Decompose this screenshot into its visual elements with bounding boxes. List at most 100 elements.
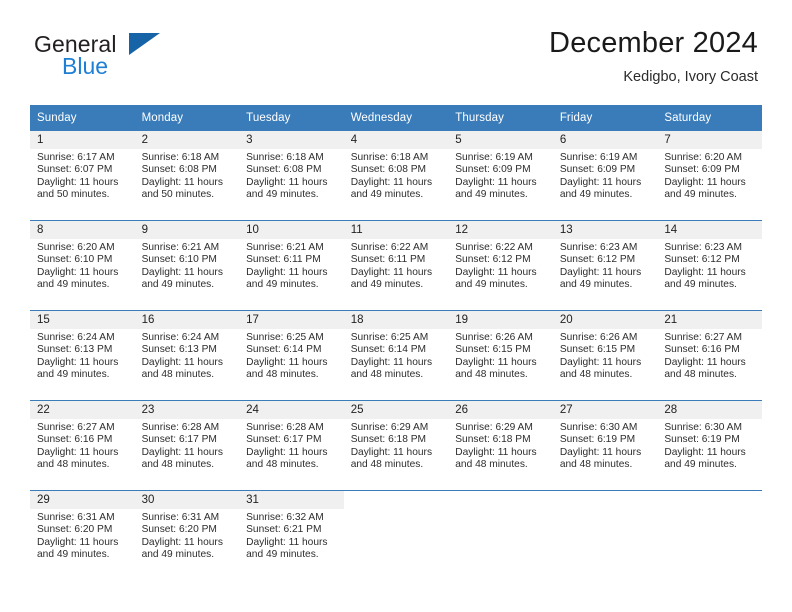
sunrise-text: Sunrise: 6:31 AM xyxy=(141,512,220,523)
calendar-day-cell[interactable]: 9 Sunrise: 6:21 AM Sunset: 6:10 PM Dayli… xyxy=(134,220,240,311)
page-title: December 2024 xyxy=(549,27,758,59)
calendar-week-row: 15 Sunrise: 6:24 AM Sunset: 6:13 PM Dayl… xyxy=(30,310,762,401)
calendar-day-cell[interactable]: 29 Sunrise: 6:31 AM Sunset: 6:20 PM Dayl… xyxy=(30,490,135,580)
sunset-text: Sunset: 6:12 PM xyxy=(559,254,636,266)
sunset-text: Sunset: 6:21 PM xyxy=(246,524,322,536)
daylight-text-line1: Daylight: 11 hours xyxy=(559,446,642,458)
daylight-text-line1: Daylight: 11 hours xyxy=(141,356,223,368)
weekday-header-friday: Friday xyxy=(552,105,658,131)
sunset-text: Sunset: 6:16 PM xyxy=(664,344,740,356)
sunrise-text: Sunrise: 6:19 AM xyxy=(455,152,533,163)
sunset-text: Sunset: 6:14 PM xyxy=(350,344,427,356)
calendar-day-cell-empty xyxy=(552,490,658,580)
calendar-day-cell[interactable]: 7 Sunrise: 6:20 AM Sunset: 6:09 PM Dayli… xyxy=(657,131,762,221)
day-details: Sunrise: 6:21 AM Sunset: 6:10 PM Dayligh… xyxy=(135,239,240,292)
sunrise-text: Sunrise: 6:26 AM xyxy=(455,332,533,343)
daylight-text-line1: Daylight: 11 hours xyxy=(246,266,328,278)
calendar-day-cell[interactable]: 19 Sunrise: 6:26 AM Sunset: 6:15 PM Dayl… xyxy=(448,310,553,401)
calendar-day-cell[interactable]: 20 Sunrise: 6:26 AM Sunset: 6:15 PM Dayl… xyxy=(552,310,658,401)
sunset-text: Sunset: 6:10 PM xyxy=(141,254,217,266)
calendar-day-cell[interactable]: 3 Sunrise: 6:18 AM Sunset: 6:08 PM Dayli… xyxy=(239,131,344,221)
calendar-day-cell[interactable]: 30 Sunrise: 6:31 AM Sunset: 6:20 PM Dayl… xyxy=(134,490,240,580)
calendar-day-cell[interactable]: 2 Sunrise: 6:18 AM Sunset: 6:08 PM Dayli… xyxy=(134,131,240,221)
day-number xyxy=(344,491,449,509)
day-details: Sunrise: 6:19 AM Sunset: 6:09 PM Dayligh… xyxy=(553,149,658,202)
triangle-logo-icon xyxy=(129,33,160,55)
daylight-text-line1: Daylight: 11 hours xyxy=(664,176,746,188)
day-details: Sunrise: 6:24 AM Sunset: 6:13 PM Dayligh… xyxy=(30,329,135,382)
sunrise-text: Sunrise: 6:20 AM xyxy=(664,152,742,163)
day-number: 28 xyxy=(657,401,762,419)
calendar-day-cell[interactable]: 10 Sunrise: 6:21 AM Sunset: 6:11 PM Dayl… xyxy=(239,220,344,311)
sunset-text: Sunset: 6:08 PM xyxy=(141,164,217,176)
calendar-day-cell[interactable]: 6 Sunrise: 6:19 AM Sunset: 6:09 PM Dayli… xyxy=(552,131,658,221)
sunset-text: Sunset: 6:07 PM xyxy=(37,164,113,176)
sunrise-text: Sunrise: 6:30 AM xyxy=(559,422,638,433)
daylight-text-line1: Daylight: 11 hours xyxy=(350,446,433,458)
calendar-day-cell[interactable]: 28 Sunrise: 6:30 AM Sunset: 6:19 PM Dayl… xyxy=(657,400,762,491)
day-details: Sunrise: 6:25 AM Sunset: 6:14 PM Dayligh… xyxy=(239,329,344,382)
daylight-text-line1: Daylight: 11 hours xyxy=(350,266,433,278)
calendar-day-cell[interactable]: 12 Sunrise: 6:22 AM Sunset: 6:12 PM Dayl… xyxy=(448,220,553,311)
calendar-day-cell[interactable]: 18 Sunrise: 6:25 AM Sunset: 6:14 PM Dayl… xyxy=(343,310,449,401)
day-number: 18 xyxy=(343,311,449,329)
daylight-text-line2: and 48 minutes. xyxy=(664,369,737,381)
general-blue-logo[interactable]: General Blue xyxy=(34,31,234,83)
calendar-day-cell[interactable]: 23 Sunrise: 6:28 AM Sunset: 6:17 PM Dayl… xyxy=(134,400,240,491)
daylight-text-line1: Daylight: 11 hours xyxy=(141,176,223,188)
calendar-day-cell[interactable]: 11 Sunrise: 6:22 AM Sunset: 6:11 PM Dayl… xyxy=(343,220,449,311)
calendar-day-cell[interactable]: 4 Sunrise: 6:18 AM Sunset: 6:08 PM Dayli… xyxy=(343,131,449,221)
sunrise-text: Sunrise: 6:26 AM xyxy=(559,332,638,343)
sunset-text: Sunset: 6:15 PM xyxy=(559,344,636,356)
sunrise-text: Sunrise: 6:17 AM xyxy=(37,152,115,163)
sunset-text: Sunset: 6:19 PM xyxy=(559,434,636,446)
daylight-text-line2: and 50 minutes. xyxy=(141,189,215,201)
sunset-text: Sunset: 6:20 PM xyxy=(141,524,217,536)
day-number: 26 xyxy=(448,401,553,419)
sunset-text: Sunset: 6:11 PM xyxy=(350,254,426,266)
day-details: Sunrise: 6:30 AM Sunset: 6:19 PM Dayligh… xyxy=(657,419,762,472)
daylight-text-line2: and 48 minutes. xyxy=(246,369,319,381)
calendar-day-cell[interactable]: 5 Sunrise: 6:19 AM Sunset: 6:09 PM Dayli… xyxy=(448,131,553,221)
sunset-text: Sunset: 6:17 PM xyxy=(246,434,322,446)
daylight-text-line1: Daylight: 11 hours xyxy=(455,356,537,368)
calendar-day-cell[interactable]: 14 Sunrise: 6:23 AM Sunset: 6:12 PM Dayl… xyxy=(657,220,762,311)
calendar-day-cell[interactable]: 15 Sunrise: 6:24 AM Sunset: 6:13 PM Dayl… xyxy=(30,310,135,401)
day-number: 27 xyxy=(552,401,658,419)
day-number: 2 xyxy=(134,131,240,149)
sunrise-text: Sunrise: 6:21 AM xyxy=(141,242,220,253)
daylight-text-line2: and 49 minutes. xyxy=(37,549,110,561)
calendar-day-cell[interactable]: 21 Sunrise: 6:27 AM Sunset: 6:16 PM Dayl… xyxy=(657,310,762,401)
sunset-text: Sunset: 6:19 PM xyxy=(664,434,740,446)
sunrise-text: Sunrise: 6:21 AM xyxy=(246,242,324,253)
calendar-day-cell[interactable]: 16 Sunrise: 6:24 AM Sunset: 6:13 PM Dayl… xyxy=(134,310,240,401)
day-number: 12 xyxy=(448,221,553,239)
day-details: Sunrise: 6:17 AM Sunset: 6:07 PM Dayligh… xyxy=(30,149,135,202)
sunrise-text: Sunrise: 6:28 AM xyxy=(246,422,324,433)
calendar-day-cell[interactable]: 25 Sunrise: 6:29 AM Sunset: 6:18 PM Dayl… xyxy=(343,400,449,491)
weekday-header-saturday: Saturday xyxy=(657,105,762,131)
day-number xyxy=(553,491,658,509)
daylight-text-line2: and 49 minutes. xyxy=(350,189,424,201)
calendar-day-cell[interactable]: 26 Sunrise: 6:29 AM Sunset: 6:18 PM Dayl… xyxy=(448,400,553,491)
day-details: Sunrise: 6:25 AM Sunset: 6:14 PM Dayligh… xyxy=(344,329,449,382)
calendar-day-cell[interactable]: 22 Sunrise: 6:27 AM Sunset: 6:16 PM Dayl… xyxy=(30,400,135,491)
day-details: Sunrise: 6:29 AM Sunset: 6:18 PM Dayligh… xyxy=(448,419,553,472)
calendar-day-cell[interactable]: 31 Sunrise: 6:32 AM Sunset: 6:21 PM Dayl… xyxy=(239,490,344,580)
day-details: Sunrise: 6:18 AM Sunset: 6:08 PM Dayligh… xyxy=(239,149,344,202)
calendar-week-row: 8 Sunrise: 6:20 AM Sunset: 6:10 PM Dayli… xyxy=(30,220,762,311)
calendar-day-cell[interactable]: 1 Sunrise: 6:17 AM Sunset: 6:07 PM Dayli… xyxy=(30,131,135,221)
day-number: 25 xyxy=(343,401,449,419)
daylight-text-line2: and 49 minutes. xyxy=(664,279,737,291)
calendar-day-cell[interactable]: 17 Sunrise: 6:25 AM Sunset: 6:14 PM Dayl… xyxy=(239,310,344,401)
daylight-text-line2: and 49 minutes. xyxy=(559,279,633,291)
calendar-day-cell[interactable]: 27 Sunrise: 6:30 AM Sunset: 6:19 PM Dayl… xyxy=(552,400,658,491)
day-details: Sunrise: 6:32 AM Sunset: 6:21 PM Dayligh… xyxy=(239,509,344,562)
calendar-day-cell[interactable]: 8 Sunrise: 6:20 AM Sunset: 6:10 PM Dayli… xyxy=(30,220,135,311)
calendar-day-cell[interactable]: 13 Sunrise: 6:23 AM Sunset: 6:12 PM Dayl… xyxy=(552,220,658,311)
sunrise-text: Sunrise: 6:18 AM xyxy=(350,152,429,163)
sunrise-text: Sunrise: 6:30 AM xyxy=(664,422,742,433)
calendar-day-cell[interactable]: 24 Sunrise: 6:28 AM Sunset: 6:17 PM Dayl… xyxy=(239,400,344,491)
day-number: 4 xyxy=(343,131,449,149)
daylight-text-line2: and 48 minutes. xyxy=(455,369,528,381)
